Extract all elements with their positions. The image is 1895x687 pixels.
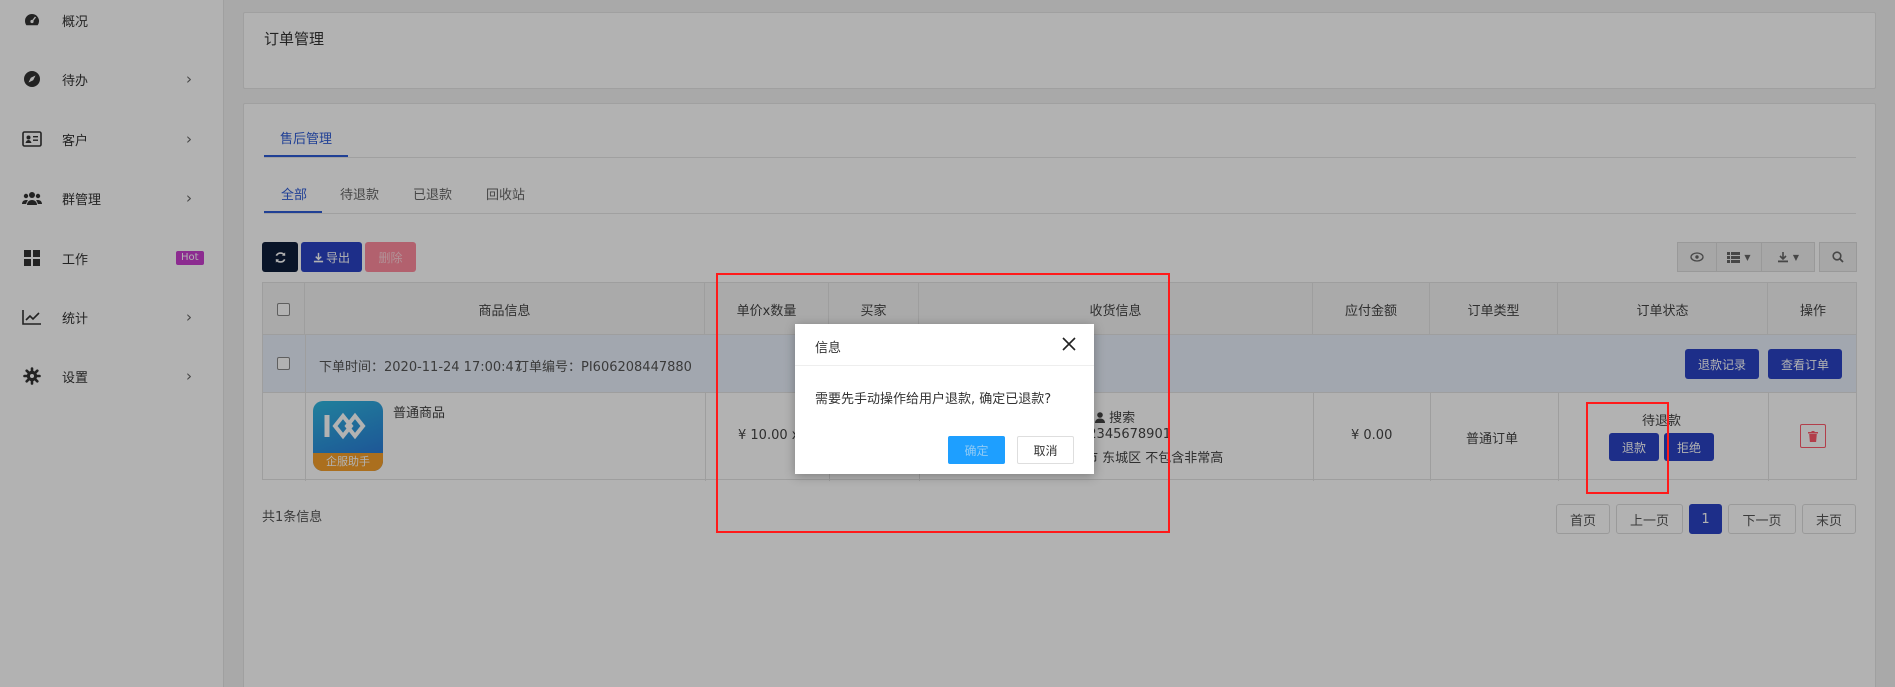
confirm-button[interactable]: 确定	[948, 436, 1005, 464]
annotation-box	[1586, 402, 1669, 494]
close-icon	[1062, 337, 1076, 351]
confirm-dialog: 信息 需要先手动操作给用户退款, 确定已退款? 确定 取消	[795, 324, 1094, 474]
dialog-title: 信息	[815, 341, 842, 356]
close-button[interactable]	[1060, 335, 1078, 353]
dialog-header: 信息	[795, 324, 1094, 366]
cancel-button[interactable]: 取消	[1017, 436, 1074, 464]
dialog-message: 需要先手动操作给用户退款, 确定已退款?	[815, 392, 1052, 407]
